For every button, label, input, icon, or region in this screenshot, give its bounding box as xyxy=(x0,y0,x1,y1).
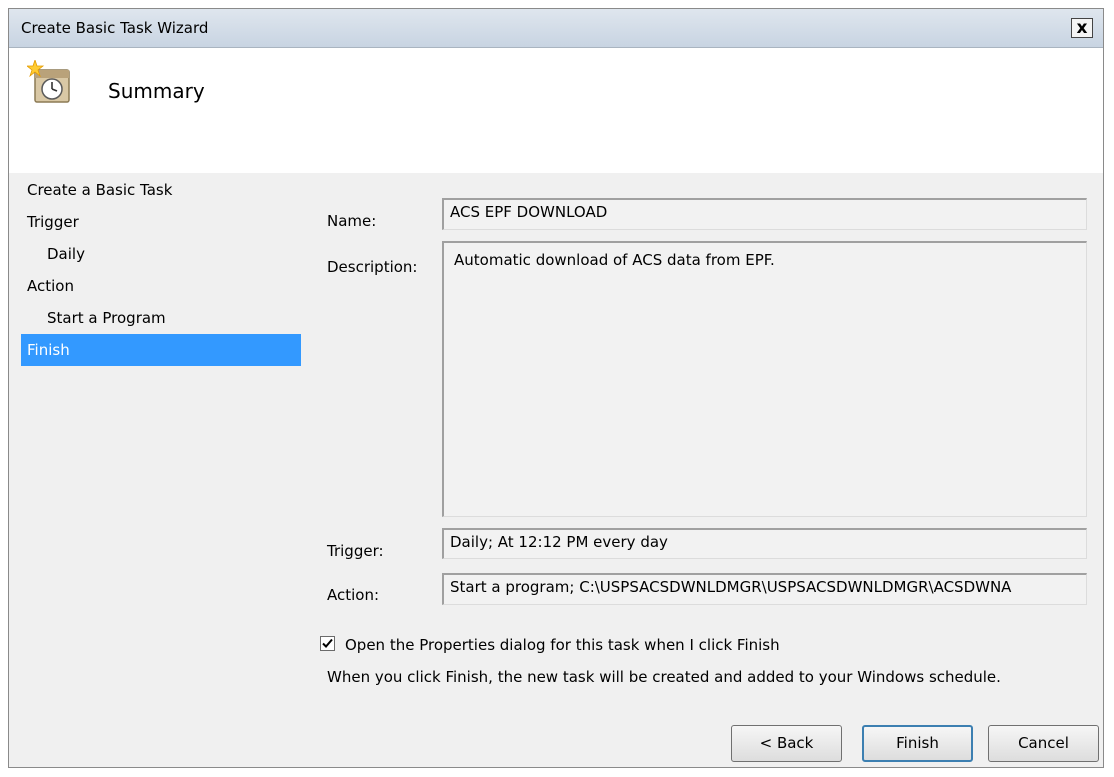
nav-item-start-a-program[interactable]: Start a Program xyxy=(21,302,301,334)
close-icon: x xyxy=(1076,18,1088,38)
nav-item-trigger[interactable]: Trigger xyxy=(21,206,301,238)
wizard-header: Summary xyxy=(9,48,1103,173)
name-field[interactable]: ACS EPF DOWNLOAD xyxy=(442,198,1087,230)
task-scheduler-clock-icon xyxy=(27,60,70,103)
action-field[interactable]: Start a program; C:\USPSACSDWNLDMGR\USPS… xyxy=(442,573,1087,605)
nav-item-finish[interactable]: Finish xyxy=(21,334,301,366)
description-field[interactable]: Automatic download of ACS data from EPF. xyxy=(442,241,1087,517)
window-title: Create Basic Task Wizard xyxy=(21,19,209,37)
cancel-button[interactable]: Cancel xyxy=(988,725,1099,762)
nav-item-action[interactable]: Action xyxy=(21,270,301,302)
open-properties-checkbox[interactable] xyxy=(320,636,335,651)
open-properties-label[interactable]: Open the Properties dialog for this task… xyxy=(345,636,780,654)
finish-button[interactable]: Finish xyxy=(862,725,973,762)
description-label: Description: xyxy=(327,258,418,276)
trigger-label: Trigger: xyxy=(327,542,384,560)
nav-item-daily[interactable]: Daily xyxy=(21,238,301,270)
name-label: Name: xyxy=(327,212,377,230)
wizard-steps-nav: Create a Basic Task Trigger Daily Action Sta… xyxy=(21,174,301,366)
finish-info-text: When you click Finish, the new task will… xyxy=(327,668,1001,686)
title-bar: Create Basic Task Wizard x xyxy=(9,9,1103,48)
action-label: Action: xyxy=(327,586,380,604)
nav-item-create-a-basic-task[interactable]: Create a Basic Task xyxy=(21,174,301,206)
wizard-window: Create Basic Task Wizard x Summary Creat… xyxy=(8,8,1104,768)
page-title: Summary xyxy=(108,79,205,103)
trigger-field[interactable]: Daily; At 12:12 PM every day xyxy=(442,528,1087,559)
back-button[interactable]: < Back xyxy=(731,725,842,762)
close-button[interactable]: x xyxy=(1071,18,1093,38)
checkmark-icon xyxy=(322,638,333,648)
